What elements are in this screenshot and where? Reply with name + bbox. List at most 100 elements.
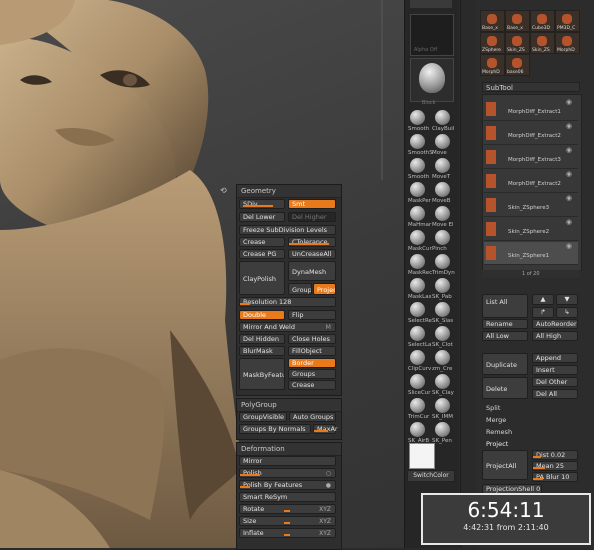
viewport-canvas[interactable] — [0, 0, 412, 548]
brush-icon[interactable] — [435, 302, 450, 317]
visibility-eye-icon[interactable]: ◉ — [566, 98, 572, 106]
tool-thumbnail[interactable]: PM3D_C — [555, 10, 580, 32]
pa-blur-slider[interactable]: PA Blur 10 — [532, 472, 578, 482]
subtool-item[interactable]: MorphDiff_Extract2 ◉ — [484, 122, 578, 145]
brush-icon[interactable] — [435, 326, 450, 341]
border-toggle[interactable]: Border — [288, 358, 336, 368]
inflate-slider[interactable]: Inflate XYZ — [239, 528, 336, 538]
dist-slider[interactable]: Dist 0.02 — [532, 450, 578, 460]
project-section[interactable]: Project — [486, 440, 508, 448]
groups-by-normals-button[interactable]: Groups By Normals — [239, 424, 311, 434]
groupvisible-button[interactable]: GroupVisible — [239, 412, 287, 422]
groups-toggle[interactable]: Groups — [288, 369, 336, 379]
fillobject-button[interactable]: FillObject — [288, 346, 336, 356]
brush-icon[interactable] — [435, 134, 450, 149]
freeze-subdivision-button[interactable]: Freeze SubDivision Levels — [239, 225, 336, 235]
shelf-top-button[interactable] — [410, 0, 452, 8]
merge-section[interactable]: Merge — [486, 416, 506, 424]
duplicate-button[interactable]: Duplicate — [482, 353, 528, 375]
rotate-slider[interactable]: Rotate XYZ — [239, 504, 336, 514]
crease-pg-button[interactable]: Crease PG — [239, 249, 285, 259]
palette-scrollbar[interactable] — [460, 0, 477, 548]
brush-icon[interactable] — [435, 350, 450, 365]
brush-icon[interactable] — [435, 230, 450, 245]
brush-icon[interactable] — [410, 398, 425, 413]
brush-icon[interactable] — [435, 422, 450, 437]
deformation-header[interactable]: Deformation — [237, 443, 341, 456]
subtool-item[interactable]: Skin_ZSphere3 ◉ — [484, 194, 578, 217]
visibility-eye-icon[interactable]: ◉ — [566, 194, 572, 202]
brush-icon[interactable] — [435, 278, 450, 293]
visibility-eye-icon[interactable]: ◉ — [566, 218, 572, 226]
brush-icon[interactable] — [410, 422, 425, 437]
visibility-eye-icon[interactable]: ◉ — [566, 146, 572, 154]
brush-icon[interactable] — [410, 134, 425, 149]
brush-icon[interactable] — [435, 374, 450, 389]
maskbyfeatures-button[interactable]: MaskByFeatu — [239, 358, 285, 390]
flip-button[interactable]: Flip — [288, 310, 336, 320]
tool-thumbnail[interactable]: Skin_ZS — [530, 32, 555, 54]
tool-thumbnail[interactable]: Skin_ZS — [505, 32, 530, 54]
auto-groups-button[interactable]: Auto Groups — [289, 412, 336, 422]
projectall-button[interactable]: ProjectAll — [482, 450, 528, 480]
all-low-button[interactable]: All Low — [482, 331, 528, 341]
remesh-section[interactable]: Remesh — [486, 428, 512, 436]
blurmask-button[interactable]: BlurMask — [239, 346, 285, 356]
claypolish-button[interactable]: ClayPolish — [239, 261, 285, 295]
ctolerance-slider[interactable]: CTolerance — [288, 237, 336, 247]
brush-icon[interactable] — [410, 374, 425, 389]
brush-icon[interactable] — [410, 278, 425, 293]
del-lower-button[interactable]: Del Lower — [239, 212, 285, 222]
brush-icon[interactable] — [410, 302, 425, 317]
crease-button[interactable]: Crease — [239, 237, 285, 247]
mirror-and-weld-button[interactable]: Mirror And Weld M — [239, 322, 336, 332]
brush-icon[interactable] — [410, 326, 425, 341]
subtool-header[interactable]: SubTool — [482, 82, 580, 92]
main-color-swatch[interactable] — [409, 443, 435, 469]
brush-icon[interactable] — [410, 230, 425, 245]
delete-button[interactable]: Delete — [482, 377, 528, 399]
groups-button[interactable]: Groups — [288, 283, 312, 295]
visibility-eye-icon[interactable]: ◉ — [566, 170, 572, 178]
smt-toggle[interactable]: Smt — [288, 199, 336, 209]
brush-icon[interactable] — [410, 206, 425, 221]
brush-icon[interactable] — [435, 110, 450, 125]
subtool-scroll[interactable]: 1 of 20 — [482, 270, 580, 278]
polish-by-features-slider[interactable]: Polish By Features ● — [239, 480, 336, 490]
brush-icon[interactable] — [435, 398, 450, 413]
double-button[interactable]: Double — [239, 310, 285, 320]
rename-button[interactable]: Rename — [482, 319, 528, 329]
rotate-arrow-icon[interactable]: ⟲ — [220, 186, 227, 195]
del-other-button[interactable]: Del Other — [532, 377, 578, 387]
projec-button[interactable]: Projec — [313, 283, 336, 295]
move-down-button[interactable]: ▼ — [556, 294, 578, 305]
maxangle-slider[interactable]: MaxAr — [313, 424, 338, 434]
brush-icon[interactable] — [435, 254, 450, 269]
brush-icon[interactable] — [410, 350, 425, 365]
sdiv-slider[interactable]: SDiv — [239, 199, 285, 209]
geometry-header[interactable]: Geometry — [237, 185, 341, 198]
brush-icon[interactable] — [410, 158, 425, 173]
tool-thumbnail[interactable]: MorphD — [555, 32, 580, 54]
del-higher-button[interactable]: Del Higher — [288, 212, 336, 222]
del-hidden-button[interactable]: Del Hidden — [239, 334, 285, 344]
subtool-item[interactable]: MorphDiff_Extract2 ◉ — [484, 170, 578, 193]
brush-icon[interactable] — [410, 110, 425, 125]
tool-thumbnail[interactable]: base06 — [505, 54, 530, 76]
move-up-button[interactable]: ▲ — [532, 294, 554, 305]
subtool-item[interactable]: Skin_ZSphere1 ◉ — [484, 242, 578, 265]
brush-icon[interactable] — [435, 158, 450, 173]
crease-toggle[interactable]: Crease — [288, 380, 336, 390]
resolution-slider[interactable]: Resolution 128 — [239, 297, 336, 307]
move-up-alt-button[interactable]: ↱ — [532, 307, 554, 318]
smart-resym-button[interactable]: Smart ReSym — [239, 492, 336, 502]
subtool-item[interactable]: Skin_ZSphere2 ◉ — [484, 218, 578, 241]
tool-thumbnail[interactable]: Base_x — [505, 10, 530, 32]
close-holes-button[interactable]: Close Holes — [288, 334, 336, 344]
switch-color-button[interactable]: SwitchColor — [407, 470, 455, 482]
polygroup-header[interactable]: PolyGroup — [237, 399, 341, 412]
uncrease-all-button[interactable]: UnCreaseAll — [288, 249, 336, 259]
tool-thumbnail[interactable]: Base_x — [480, 10, 505, 32]
subtool-item[interactable]: MorphDiff_Extract3 ◉ — [484, 146, 578, 169]
polish-slider[interactable]: Polish ○ — [239, 468, 336, 478]
